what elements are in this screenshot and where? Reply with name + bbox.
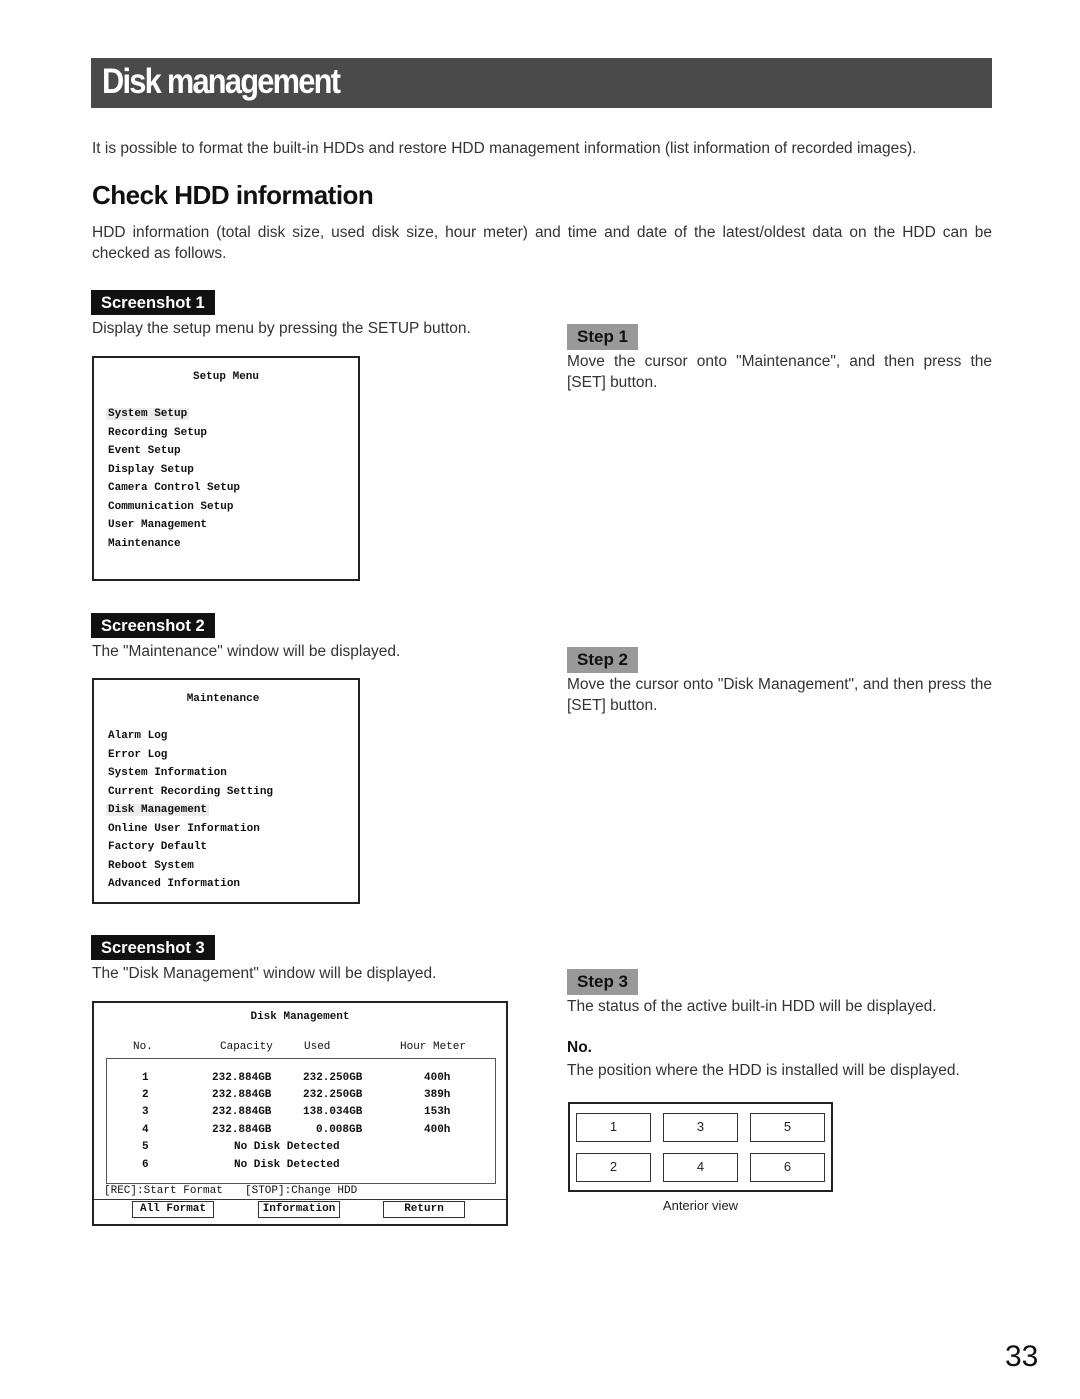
step-1-text: Move the cursor onto "Maintenance", and … <box>567 353 992 391</box>
hdd-bay-6: 6 <box>750 1153 825 1182</box>
screenshot-3-desc: The "Disk Management" window will be dis… <box>92 965 437 982</box>
menu-item-event-setup[interactable]: Event Setup <box>106 445 183 457</box>
hdd-row-status: No Disk Detected <box>234 1141 340 1153</box>
setup-menu-window: Setup Menu System Setup Recording Setup … <box>92 356 360 581</box>
menu-item-disk-management[interactable]: Disk Management <box>106 804 210 816</box>
hdd-bay-1: 1 <box>576 1113 651 1142</box>
screenshot-1-badge: Screenshot 1 <box>91 290 215 315</box>
step-2-text: Move the cursor onto "Disk Management", … <box>567 676 992 714</box>
divider <box>94 1199 506 1200</box>
menu-item-system-setup[interactable]: System Setup <box>106 408 190 420</box>
hdd-row-capacity: 232.884GB <box>212 1089 272 1101</box>
hdd-row-no: 2 <box>142 1089 149 1101</box>
menu-item-display-setup[interactable]: Display Setup <box>106 464 196 476</box>
hdd-row-status: No Disk Detected <box>234 1159 340 1171</box>
section-title: Check HDD information <box>92 180 374 210</box>
screenshot-1-desc: Display the setup menu by pressing the S… <box>92 320 471 337</box>
screenshot-3-badge: Screenshot 3 <box>91 935 215 960</box>
menu-item-online-user-information[interactable]: Online User Information <box>106 823 262 835</box>
information-button[interactable]: Information <box>258 1201 340 1218</box>
hdd-row-capacity: 232.884GB <box>212 1072 272 1084</box>
section-text: HDD information (total disk size, used d… <box>92 224 992 262</box>
col-header-capacity: Capacity <box>220 1041 273 1053</box>
step-3-text: The status of the active built-in HDD wi… <box>567 998 937 1015</box>
hdd-row-used: 0.008GB <box>316 1124 363 1136</box>
hint-rec: [REC]:Start Format <box>104 1185 223 1197</box>
maintenance-window: Maintenance Alarm Log Error Log System I… <box>92 678 360 904</box>
return-button[interactable]: Return <box>383 1201 465 1218</box>
menu-item-maintenance[interactable]: Maintenance <box>106 538 183 550</box>
menu-item-reboot-system[interactable]: Reboot System <box>106 860 196 872</box>
hdd-row-hours: 400h <box>424 1124 451 1136</box>
menu-item-recording-setup[interactable]: Recording Setup <box>106 427 209 439</box>
hint-stop: [STOP]:Change HDD <box>245 1185 358 1197</box>
intro-text: It is possible to format the built-in HD… <box>92 140 917 157</box>
hdd-bay-5: 5 <box>750 1113 825 1142</box>
hdd-row-hours: 389h <box>424 1089 451 1101</box>
step-3-badge: Step 3 <box>567 969 639 995</box>
no-heading: No. <box>567 1039 592 1056</box>
step-2-badge: Step 2 <box>567 647 639 673</box>
hdd-row-used: 232.250GB <box>303 1072 363 1084</box>
menu-item-current-recording-setting[interactable]: Current Recording Setting <box>106 786 275 798</box>
menu-item-communication-setup[interactable]: Communication Setup <box>106 501 235 513</box>
hdd-row-no: 4 <box>142 1124 149 1136</box>
hdd-row-no: 6 <box>142 1159 149 1171</box>
menu-item-error-log[interactable]: Error Log <box>106 749 169 761</box>
menu-item-advanced-information[interactable]: Advanced Information <box>106 878 242 890</box>
hdd-row-used: 138.034GB <box>303 1106 363 1118</box>
hdd-row-capacity: 232.884GB <box>212 1106 272 1118</box>
hdd-row-no: 5 <box>142 1141 149 1153</box>
hdd-row-hours: 400h <box>424 1072 451 1084</box>
hdd-bay-diagram: 1 3 5 2 4 6 <box>568 1102 833 1192</box>
hdd-row-hours: 153h <box>424 1106 451 1118</box>
col-header-no: No. <box>133 1041 153 1053</box>
screenshot-2-badge: Screenshot 2 <box>91 613 215 638</box>
hdd-bay-3: 3 <box>663 1113 738 1142</box>
col-header-hour-meter: Hour Meter <box>400 1041 467 1053</box>
page-title: Disk management <box>102 62 341 101</box>
hdd-row-no: 1 <box>142 1072 149 1084</box>
hdd-row-used: 232.250GB <box>303 1089 363 1101</box>
menu-item-user-management[interactable]: User Management <box>106 519 209 531</box>
maintenance-title: Maintenance <box>186 693 260 705</box>
menu-item-factory-default[interactable]: Factory Default <box>106 841 209 853</box>
menu-item-alarm-log[interactable]: Alarm Log <box>106 730 169 742</box>
all-format-button[interactable]: All Format <box>132 1201 214 1218</box>
disk-management-title: Disk Management <box>250 1011 350 1023</box>
hdd-row-capacity: 232.884GB <box>212 1124 272 1136</box>
menu-item-system-information[interactable]: System Information <box>106 767 229 779</box>
no-text: The position where the HDD is installed … <box>567 1062 960 1079</box>
step-1-badge: Step 1 <box>567 324 639 350</box>
anterior-view-caption: Anterior view <box>662 1198 739 1213</box>
screenshot-2-desc: The "Maintenance" window will be display… <box>92 643 401 660</box>
hdd-row-no: 3 <box>142 1106 149 1118</box>
hdd-bay-4: 4 <box>663 1153 738 1182</box>
setup-menu-title: Setup Menu <box>192 371 259 383</box>
col-header-used: Used <box>304 1041 331 1053</box>
page-title-bar: Disk management <box>91 58 992 108</box>
page-number: 33 <box>1005 1340 1039 1373</box>
disk-management-window: Disk Management No. Capacity Used Hour M… <box>92 1001 508 1226</box>
hdd-bay-2: 2 <box>576 1153 651 1182</box>
menu-item-camera-control-setup[interactable]: Camera Control Setup <box>106 482 242 494</box>
